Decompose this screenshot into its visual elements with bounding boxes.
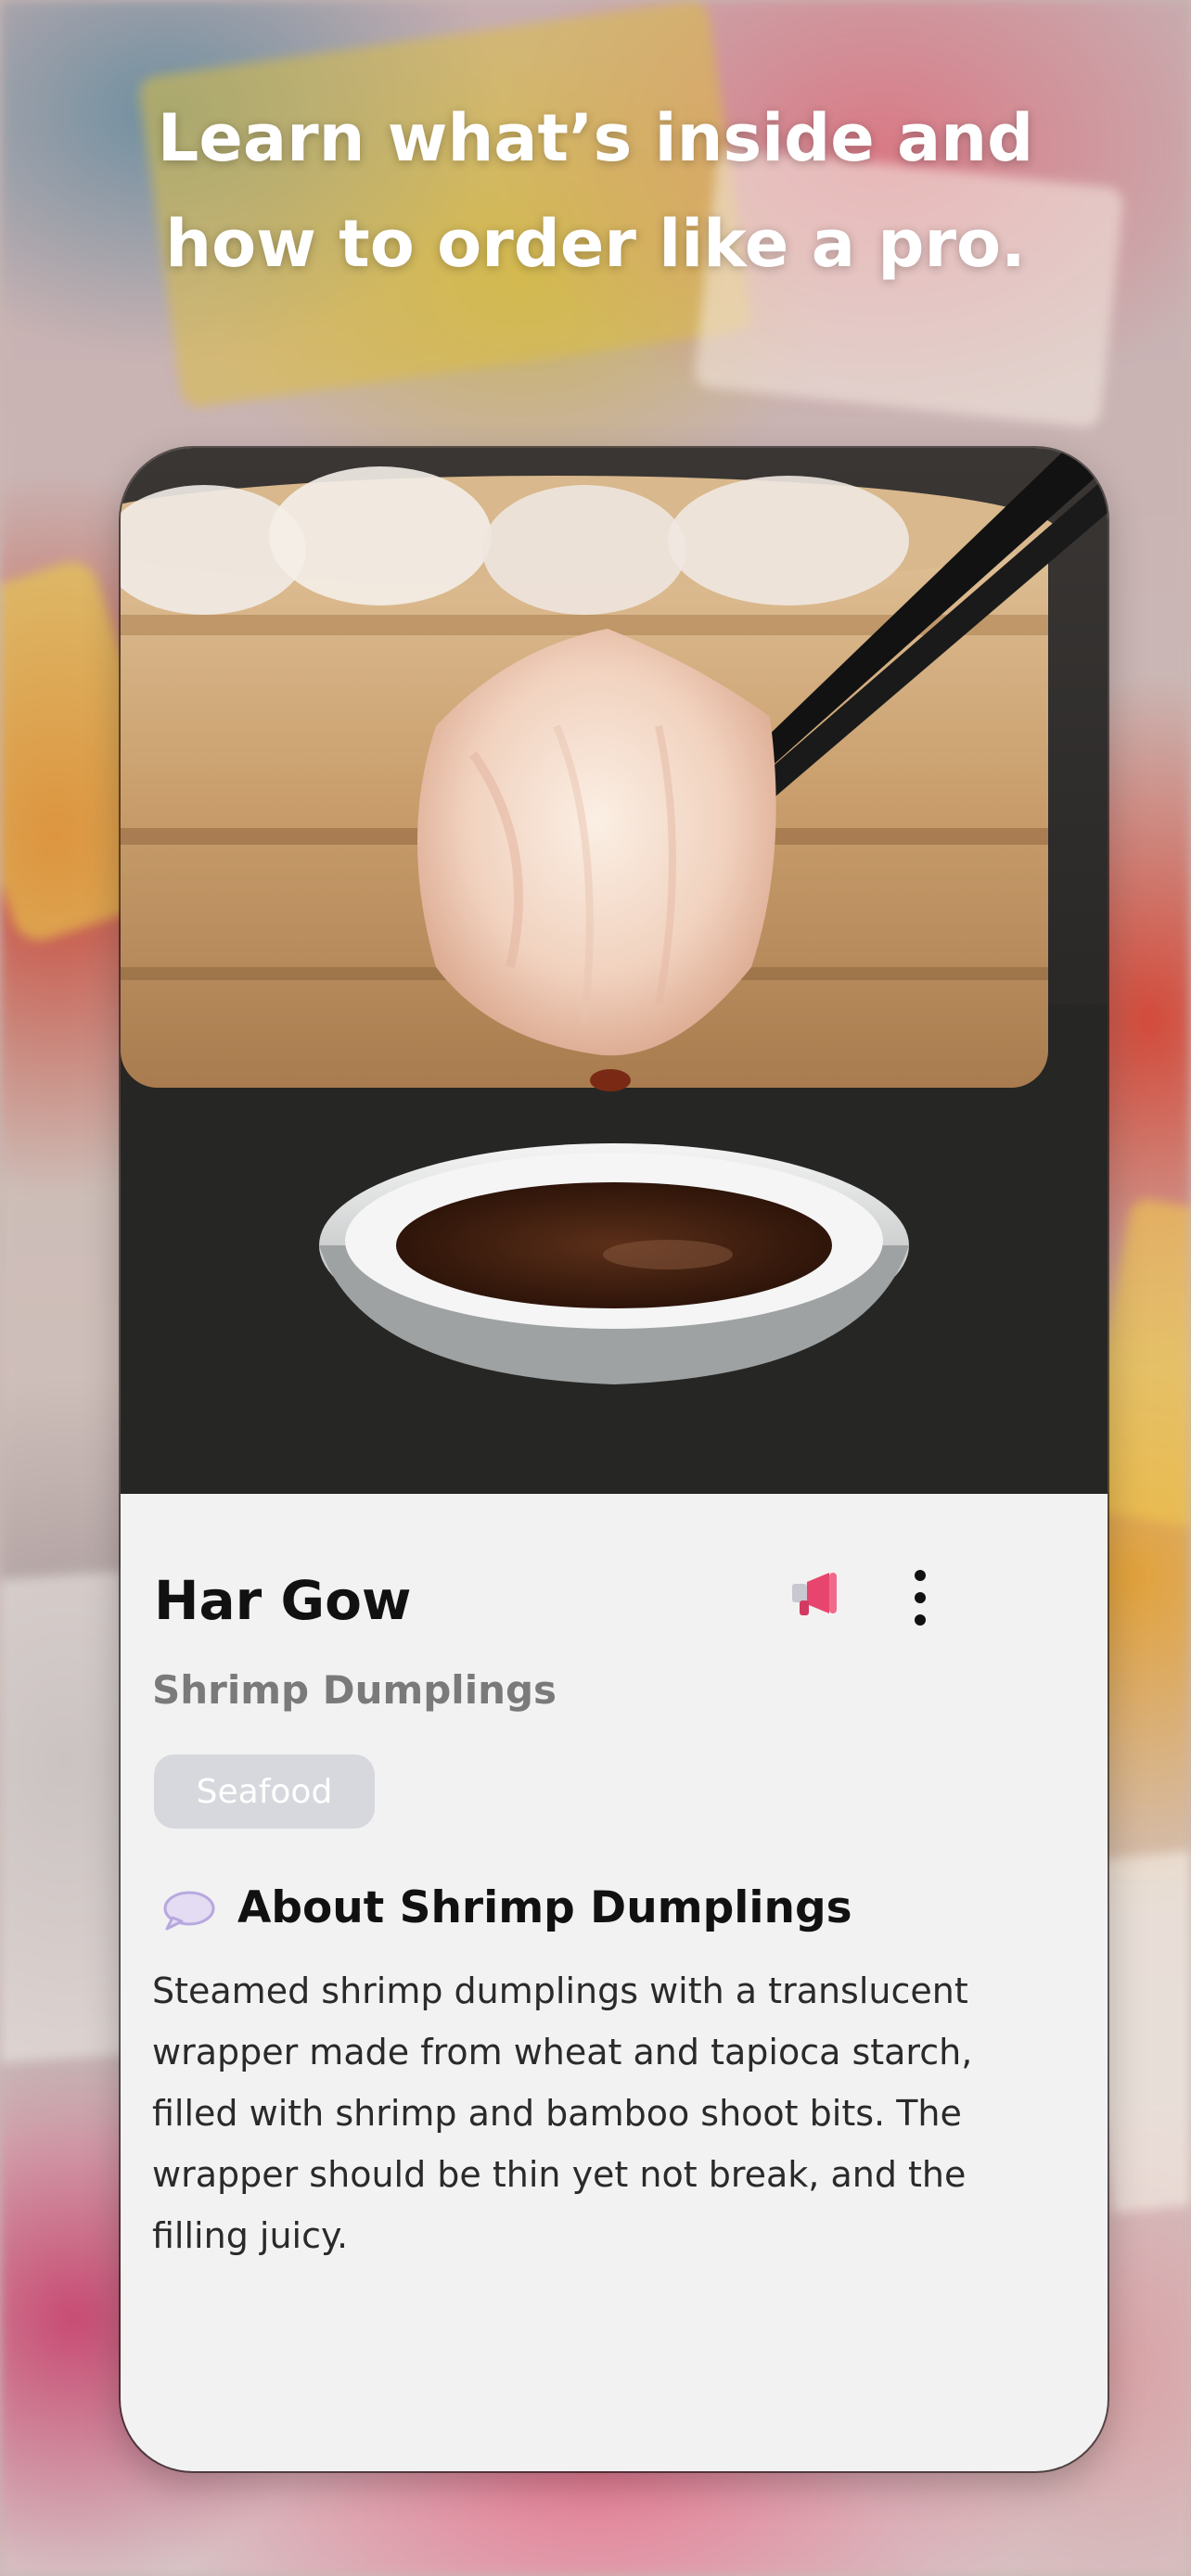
about-line: filling juicy. bbox=[152, 2215, 349, 2256]
about-line: Steamed shrimp dumplings with a transluc… bbox=[152, 1970, 968, 2011]
headline-line-1: Learn what’s inside and bbox=[157, 100, 1034, 176]
more-options-button[interactable] bbox=[883, 1556, 957, 1639]
dish-subtitle: Shrimp Dumplings bbox=[152, 1667, 557, 1713]
category-tag[interactable]: Seafood bbox=[154, 1754, 375, 1829]
about-title: About Shrimp Dumplings bbox=[237, 1882, 852, 1933]
about-line: filled with shrimp and bamboo shoot bits… bbox=[152, 2093, 962, 2134]
speech-bubble-icon bbox=[163, 1891, 215, 1931]
dish-photo bbox=[121, 448, 1108, 1494]
dish-title: Har Gow bbox=[154, 1569, 412, 1632]
headline-line-2: how to order like a pro. bbox=[165, 206, 1026, 282]
promo-headline: Learn what’s inside and how to order lik… bbox=[0, 85, 1191, 297]
announce-button[interactable] bbox=[777, 1556, 852, 1630]
more-vertical-icon bbox=[915, 1570, 926, 1626]
megaphone-icon bbox=[792, 1573, 837, 1615]
about-line: wrapper should be thin yet not break, an… bbox=[152, 2154, 967, 2195]
about-description: Steamed shrimp dumplings with a transluc… bbox=[152, 1960, 1070, 2266]
about-line: wrapper made from wheat and tapioca star… bbox=[152, 2032, 973, 2072]
